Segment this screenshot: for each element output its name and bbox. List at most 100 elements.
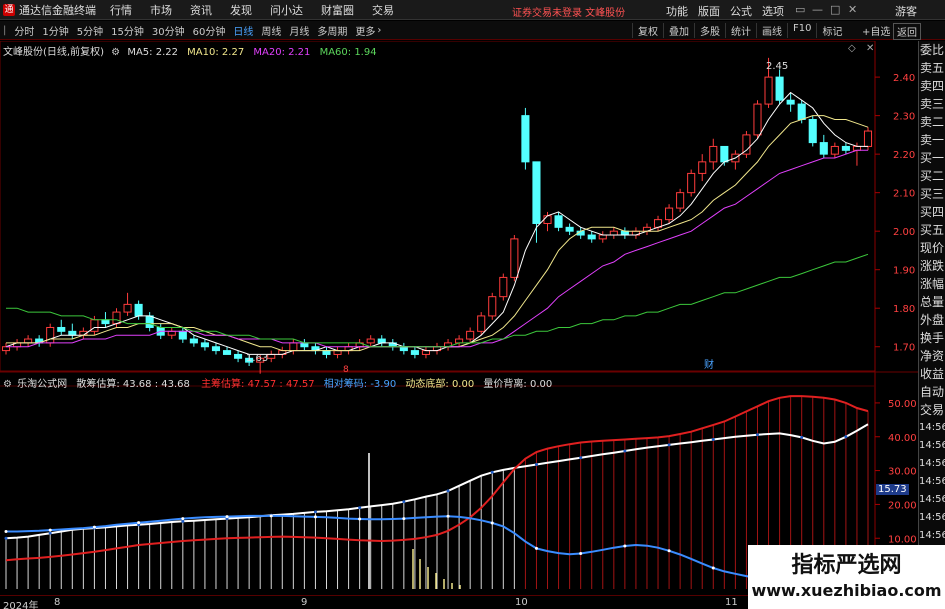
menu-item-zixun[interactable]: 资讯 [190, 2, 212, 18]
event-marker-cai[interactable]: 财 [704, 358, 714, 371]
candle-body [200, 342, 209, 348]
tab-60min[interactable]: 60分钟 [193, 23, 226, 38]
toolbar-grip-icon: | [3, 24, 7, 36]
tool-huaxian[interactable]: 画线 [756, 23, 787, 38]
tick-time: 14:56 [919, 530, 945, 541]
candle-body [455, 338, 464, 344]
tool-tongji[interactable]: 统计 [725, 23, 756, 38]
main-chips-label: 主筹估算: 47.57 : 47.57 [201, 379, 315, 390]
candle-body [720, 145, 729, 163]
quote-label-sell5[interactable]: 卖五 [919, 59, 945, 77]
tab-1min[interactable]: 1分钟 [42, 23, 68, 38]
tab-weekly[interactable]: 周线 [261, 23, 281, 38]
candle-body [145, 315, 154, 328]
candle-body [234, 353, 243, 359]
candle-body [609, 230, 618, 236]
candle-body [123, 303, 132, 313]
diamond-icon[interactable]: ◇ [848, 43, 856, 54]
login-notice[interactable]: 证券交易未登录 文峰股份 [512, 4, 625, 19]
candle-body [598, 234, 607, 240]
tab-monthly[interactable]: 月线 [289, 23, 309, 38]
tab-5min[interactable]: 5分钟 [77, 23, 103, 38]
tab-multi-period[interactable]: 多周期 [317, 23, 347, 38]
menu-item-wenxiaoda[interactable]: 问小达 [270, 2, 303, 18]
candle-body [698, 161, 707, 174]
window-restore-icon[interactable]: ▭ [795, 3, 805, 16]
indicator-point [755, 433, 759, 437]
chevron-right-icon[interactable]: › [377, 25, 381, 36]
indicator-point [269, 514, 273, 518]
candle-body [1, 346, 11, 352]
quote-label-earnings[interactable]: 收益 [919, 365, 945, 383]
quote-label-outer[interactable]: 外盘 [919, 311, 945, 329]
quote-label-change[interactable]: 涨跌 [919, 257, 945, 275]
quote-label-buy1[interactable]: 买一 [919, 149, 945, 167]
tab-fenshi[interactable]: 分时 [14, 23, 34, 38]
indicator-info-line: ⚙ 乐淘公式网 散筹估算: 43.68 : 43.68 主筹估算: 47.57 … [3, 375, 552, 390]
tab-30min[interactable]: 30分钟 [152, 23, 185, 38]
tool-fuquan[interactable]: 复权 [632, 23, 663, 38]
tool-f10[interactable]: F10 [787, 23, 816, 38]
candle-body [189, 338, 198, 344]
indicator-gear-icon[interactable]: ⚙ [3, 379, 12, 390]
app-logo: 通 通达信金融终端 [0, 2, 96, 18]
menu-item-shichang[interactable]: 市场 [150, 2, 172, 18]
quote-label-buy2[interactable]: 买二 [919, 167, 945, 185]
menu-item-gongshi[interactable]: 公式 [730, 3, 752, 19]
guest-label[interactable]: 游客 [895, 3, 917, 19]
menu-item-caifuquan[interactable]: 财富圈 [321, 2, 354, 18]
event-marker-8[interactable]: 8 [343, 365, 349, 375]
candle-body [399, 346, 408, 352]
quote-label-sell3[interactable]: 卖三 [919, 95, 945, 113]
indicator-tick-label: 40.00 [888, 433, 917, 444]
menu-item-xuanxiang[interactable]: 选项 [762, 3, 784, 19]
quote-label-buy5[interactable]: 买五 [919, 221, 945, 239]
close-panel-icon[interactable]: ✕ [866, 43, 874, 54]
quote-label-weibi[interactable]: 委比 [919, 41, 945, 59]
quote-label-buy4[interactable]: 买四 [919, 203, 945, 221]
quote-label-net-asset[interactable]: 净资 [919, 347, 945, 365]
watermark-url: www.xuezhibiao.com [751, 581, 942, 600]
candlesticks[interactable] [1, 57, 873, 374]
candle-body [852, 145, 861, 151]
quote-label-price[interactable]: 现价 [919, 239, 945, 257]
indicator-point [402, 500, 406, 504]
quote-label-volume[interactable]: 总量 [919, 293, 945, 311]
indicator-tick-label: 10.00 [888, 534, 917, 545]
quote-label-trade[interactable]: 交易 [919, 401, 945, 419]
quote-label-buy3[interactable]: 买三 [919, 185, 945, 203]
window-close-icon[interactable]: ✕ [848, 3, 857, 16]
settings-gear-icon[interactable]: ⚙ [111, 47, 120, 58]
tab-more[interactable]: 更多 [355, 23, 375, 38]
indicator-point [579, 456, 583, 460]
quote-label-auto[interactable]: 自动 [919, 383, 945, 401]
menu-item-hangqing[interactable]: 行情 [110, 2, 132, 18]
tab-daily[interactable]: 日线 [233, 23, 253, 38]
tool-diejia[interactable]: 叠加 [663, 23, 694, 38]
menu-item-faxian[interactable]: 发现 [230, 2, 252, 18]
tab-15min[interactable]: 15分钟 [111, 23, 144, 38]
menu-item-gongneng[interactable]: 功能 [666, 3, 688, 19]
back-button[interactable]: 返回 [893, 23, 921, 40]
window-minimize-icon[interactable]: — [812, 3, 823, 16]
tool-duogu[interactable]: 多股 [694, 23, 725, 38]
menu-item-jiaoyi[interactable]: 交易 [372, 2, 394, 18]
quote-label-sell4[interactable]: 卖四 [919, 77, 945, 95]
menu-item-banmian[interactable]: 版面 [698, 3, 720, 19]
watermark-title: 指标严选网 [791, 553, 902, 578]
quote-label-change-pct[interactable]: 涨幅 [919, 275, 945, 293]
add-favorite-button[interactable]: +自选 [862, 23, 890, 38]
indicator-point [667, 443, 671, 447]
candle-body [687, 172, 696, 194]
window-maximize-icon[interactable]: □ [830, 3, 840, 16]
candle-body [57, 326, 66, 332]
chart-area[interactable]: 2.40 2.30 2.20 2.10 2.00 1.90 1.80 1.70 50.00 40.… [0, 41, 918, 595]
candle-body [786, 99, 795, 105]
app-title: 通达信金融终端 [19, 3, 96, 17]
quote-label-sell2[interactable]: 卖二 [919, 113, 945, 131]
quote-label-sell1[interactable]: 卖一 [919, 131, 945, 149]
tool-biaoji[interactable]: 标记 [816, 23, 847, 38]
candle-body [532, 161, 541, 224]
quote-label-turnover[interactable]: 换手 [919, 329, 945, 347]
indicator-line-1 [5, 395, 869, 562]
